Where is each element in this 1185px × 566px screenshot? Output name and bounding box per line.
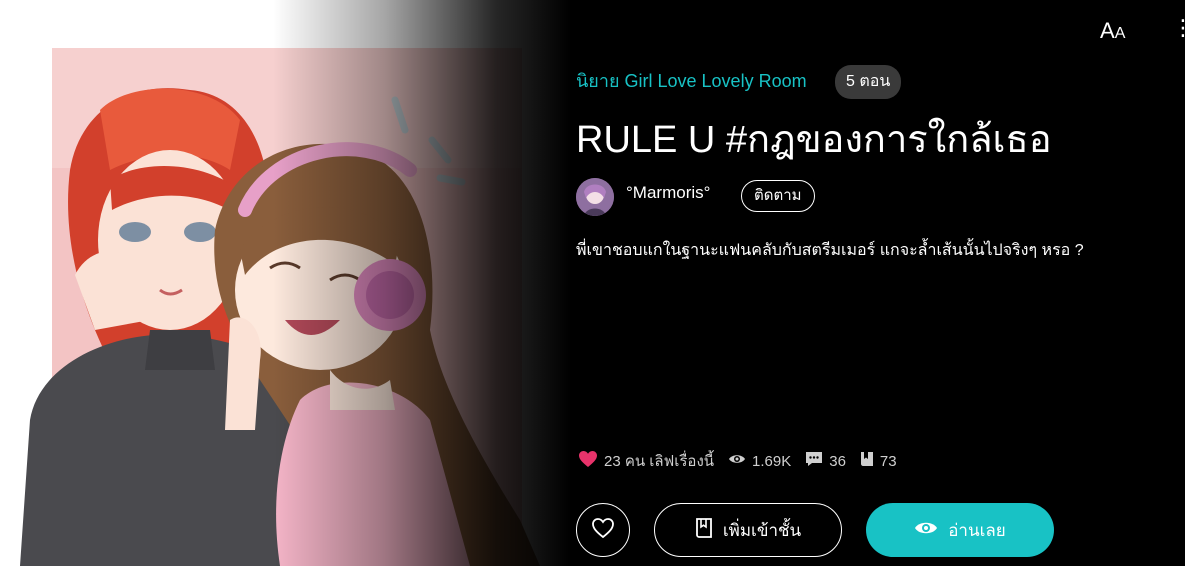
read-now-label: อ่านเลย (948, 520, 1006, 540)
novel-title: RULE U #กฎของการใกล้เธอ (576, 119, 1052, 161)
likes-stat: 23 คน เลิฟเรื่องนี้ (578, 449, 714, 473)
stats-row: 23 คน เลิฟเรื่องนี้ 1.69K 36 73 (578, 450, 911, 472)
author-name[interactable]: °Marmoris° (626, 183, 710, 203)
heart-outline-icon (591, 517, 615, 543)
cover-image (0, 0, 620, 566)
views-stat: 1.69K (728, 452, 791, 470)
follow-button[interactable]: ติดตาม (741, 180, 815, 212)
bookmark-book-icon (695, 517, 713, 543)
comments-count: 36 (829, 452, 846, 470)
like-button[interactable] (576, 503, 630, 557)
eye-icon (914, 520, 938, 541)
heart-icon (578, 450, 598, 472)
book-icon (860, 451, 874, 471)
add-to-shelf-button[interactable]: เพิ่มเข้าชั้น (654, 503, 842, 557)
views-count: 1.69K (752, 452, 792, 470)
read-now-button[interactable]: อ่านเลย (866, 503, 1054, 557)
likes-count: 23 คน เลิฟเรื่องนี้ (604, 453, 715, 470)
eye-icon (728, 452, 746, 470)
episode-count-badge: 5 ตอน (835, 65, 902, 99)
comment-icon (805, 451, 823, 471)
novel-synopsis: พี่เขาชอบแกในฐานะแฟนคลับกับสตรีมเมอร์ แก… (576, 242, 1084, 259)
bookmarks-stat: 73 (860, 451, 897, 471)
author-avatar[interactable] (576, 178, 614, 216)
add-to-shelf-label: เพิ่มเข้าชั้น (722, 520, 802, 540)
comments-stat: 36 (805, 451, 846, 471)
action-buttons: เพิ่มเข้าชั้น อ่านเลย (576, 503, 1176, 557)
novel-info-panel: นิยาย Girl Love Lovely Room 5 ตอน RULE U… (576, 0, 1176, 566)
bookmarks-count: 73 (879, 452, 897, 470)
novel-category-link[interactable]: นิยาย Girl Love Lovely Room (576, 66, 807, 95)
author-row: °Marmoris° ติดตาม (576, 178, 976, 218)
